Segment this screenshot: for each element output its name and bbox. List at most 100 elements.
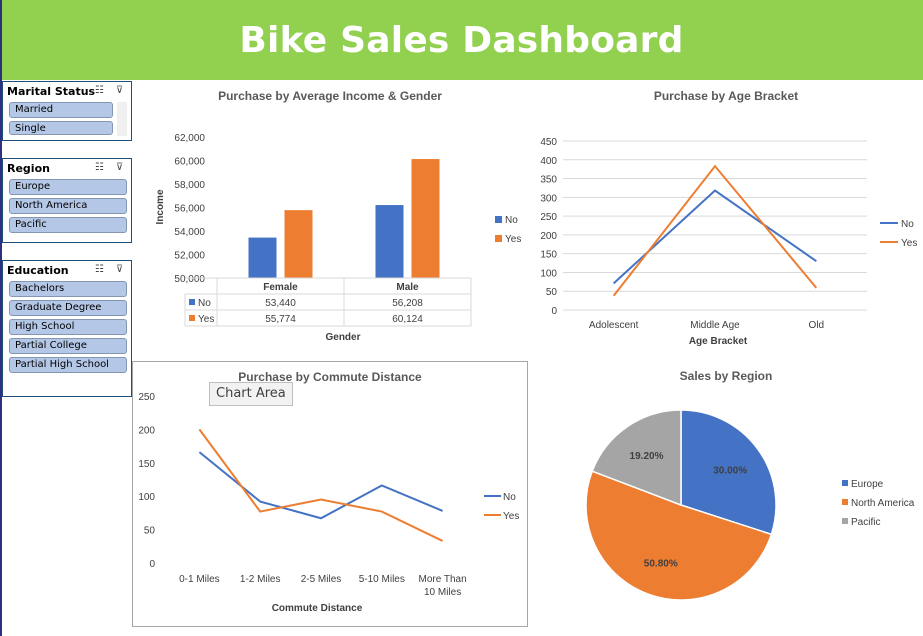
slicer-item-bachelors[interactable]: Bachelors	[9, 281, 127, 297]
multi-select-icon[interactable]: ☷	[93, 162, 106, 174]
pie-data-label: 50.80%	[644, 558, 678, 569]
table-value: 53,440	[265, 298, 296, 309]
table-legend-key	[189, 299, 195, 305]
x-tick-label: 0-1 Miles	[179, 574, 220, 585]
sales-by-region-svg: Sales by Region 30.00% 50.80% 19.20% Europ…	[585, 369, 915, 601]
y-axis-label: Income	[155, 189, 166, 224]
legend-label: No	[505, 215, 518, 226]
legend-label: Europe	[851, 479, 884, 490]
y-tick-label: 100	[540, 268, 557, 279]
commute-distance-svg: Purchase by Commute Distance 05010015020…	[138, 370, 519, 614]
x-category-label: Female	[263, 282, 298, 293]
chart-age-bracket[interactable]: Purchase by Age Bracket 0 50 100 150 200 250 3…	[529, 80, 923, 360]
legend-label: No	[901, 219, 914, 230]
x-axis-label: Commute Distance	[272, 603, 363, 614]
legend-label: Yes	[503, 511, 519, 522]
y-tick-label: 50	[546, 287, 558, 298]
y-tick-label: 150	[540, 250, 557, 261]
y-tick-label: 0	[149, 559, 155, 570]
legend-key-europe	[842, 480, 848, 486]
table-value: 60,124	[392, 314, 423, 325]
chart-title: Sales by Region	[680, 369, 773, 383]
y-tick-label: 0	[551, 306, 557, 317]
slicer-item-partial-college[interactable]: Partial College	[9, 338, 127, 354]
x-axis-label: Gender	[325, 332, 360, 343]
table-value: 56,208	[392, 298, 423, 309]
y-tick-label: 150	[138, 459, 155, 470]
y-tick-label: 62,000	[174, 133, 205, 144]
x-tick-label: 5-10 Miles	[359, 574, 405, 585]
x-tick-label: More Than 10 Miles	[419, 574, 467, 598]
multi-select-icon[interactable]: ☷	[93, 264, 106, 276]
clear-filter-icon[interactable]: ⊽	[113, 264, 126, 276]
y-tick-label: 52,000	[174, 251, 205, 262]
bar-yes-female	[284, 210, 313, 278]
slicer-region[interactable]: Region ☷ ⊽ Europe North America Pacific	[2, 158, 132, 243]
legend-key-yes	[495, 235, 502, 242]
chart-sales-by-region[interactable]: Sales by Region 30.00% 50.80% 19.20% Europ…	[529, 361, 923, 627]
y-tick-label: 100	[138, 492, 155, 503]
y-tick-label: 350	[540, 175, 557, 186]
x-tick-label: 1-2 Miles	[240, 574, 281, 585]
pie-data-label: 19.20%	[630, 451, 664, 462]
table-legend-key	[189, 315, 195, 321]
y-tick-label: 58,000	[174, 180, 205, 191]
series-line-no	[612, 189, 817, 285]
dashboard-title: Bike Sales Dashboard	[239, 19, 684, 61]
legend-key-no	[495, 216, 502, 223]
y-tick-label: 250	[138, 392, 155, 403]
y-tick-label: 200	[138, 425, 155, 436]
slicer-header: Marital Status ☷ ⊽	[3, 82, 131, 100]
slicer-scrollbar[interactable]	[117, 102, 127, 136]
legend-key-pacific	[842, 518, 848, 524]
table-value: 55,774	[265, 314, 296, 325]
slicer-item-partial-high-school[interactable]: Partial High School	[9, 357, 127, 373]
legend-key-north-america	[842, 499, 848, 505]
y-tick-label: 250	[540, 212, 557, 223]
table-series-name: Yes	[198, 314, 214, 325]
y-tick-label: 50,000	[174, 274, 205, 285]
chart-commute-distance[interactable]: Purchase by Commute Distance 0 50 100 150 20…	[132, 361, 528, 627]
clear-filter-icon[interactable]: ⊽	[113, 162, 126, 174]
bar-no-female	[248, 237, 277, 278]
slicer-title: Education	[7, 263, 69, 277]
y-tick-label: 56,000	[174, 204, 205, 215]
series-line-yes	[612, 164, 818, 297]
slicer-item-north-america[interactable]: North America	[9, 198, 127, 214]
slicer-item-high-school[interactable]: High School	[9, 319, 127, 335]
y-tick-label: 400	[540, 156, 557, 167]
series-line-yes	[198, 428, 444, 542]
slicer-title: Marital Status	[7, 84, 96, 98]
y-tick-label: 300	[540, 193, 557, 204]
x-tick-label: Middle Age	[690, 320, 740, 331]
slicer-education[interactable]: Education ☷ ⊽ Bachelors Graduate Degree …	[2, 260, 132, 397]
income-gender-svg: Purchase by Average Income & Gender 50,0…	[155, 89, 521, 343]
x-axis-label: Age Bracket	[689, 336, 748, 347]
clear-filter-icon[interactable]: ⊽	[113, 85, 126, 97]
x-tick-label-line: More Than	[419, 574, 467, 585]
slicer-header: Region ☷ ⊽	[3, 159, 131, 177]
series-line-no	[198, 451, 443, 520]
slicer-marital-status[interactable]: Marital Status ☷ ⊽ Married Single	[2, 81, 132, 141]
legend-label: North America	[851, 498, 915, 509]
chart-title: Purchase by Age Bracket	[654, 89, 798, 103]
slicer-item-europe[interactable]: Europe	[9, 179, 127, 195]
legend-label: No	[503, 492, 516, 503]
slicer-item-graduate-degree[interactable]: Graduate Degree	[9, 300, 127, 316]
slicer-item-single[interactable]: Single	[9, 121, 113, 135]
multi-select-icon[interactable]: ☷	[93, 85, 106, 97]
y-tick-label: 450	[540, 137, 557, 148]
slicer-item-pacific[interactable]: Pacific	[9, 217, 127, 233]
slicer-header: Education ☷ ⊽	[3, 261, 131, 279]
bar-no-male	[375, 205, 404, 278]
age-bracket-svg: Purchase by Age Bracket 0 50 100 150 200 250 3…	[540, 89, 917, 347]
chart-area-tooltip: Chart Area	[209, 382, 293, 406]
pie-data-label: 30.00%	[713, 465, 747, 476]
chart-income-gender[interactable]: Purchase by Average Income & Gender 50,0…	[133, 80, 528, 360]
slicer-item-married[interactable]: Married	[9, 102, 113, 118]
table-series-name: No	[198, 298, 211, 309]
dashboard-banner: Bike Sales Dashboard	[0, 0, 923, 80]
y-tick-label: 60,000	[174, 157, 205, 168]
y-tick-label: 50	[144, 526, 156, 537]
legend-label: Pacific	[851, 517, 880, 528]
